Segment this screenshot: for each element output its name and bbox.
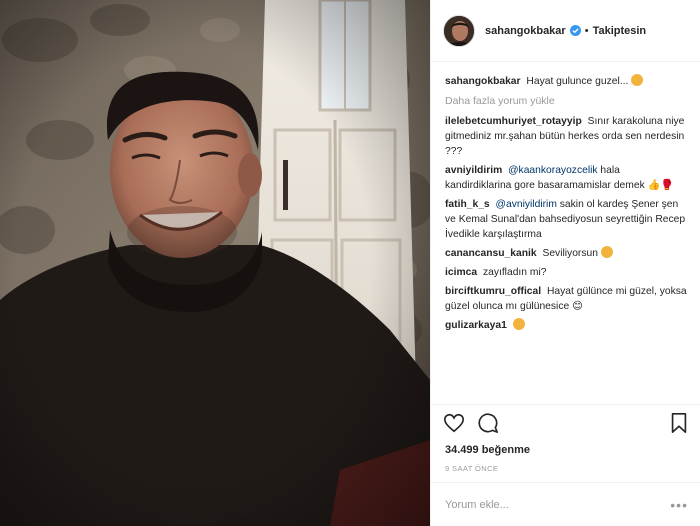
list-item: avniyildirim @kaankorayozcelik hala kand… [445, 163, 688, 193]
grin-emoji-icon [512, 318, 525, 330]
comment-username[interactable]: avniyildirim [445, 165, 502, 176]
boxing-glove-emoji-icon: 🥊 [660, 180, 674, 191]
comment-mention[interactable]: @avniyildirim [496, 199, 557, 210]
comment-text: Seviliyorsun [542, 248, 598, 259]
caption: sahangokbakar Hayat gulunce guzel... [445, 74, 688, 89]
avatar-image [444, 15, 474, 46]
more-icon[interactable]: ••• [670, 497, 688, 513]
comment-username[interactable]: ilelebetcumhuriyet_rotayyip [445, 116, 582, 127]
comment-username[interactable]: icimca [445, 267, 477, 278]
likes-count[interactable]: 34.499 beğenme [431, 440, 700, 462]
comment-icon [478, 412, 498, 433]
post-timestamp: 9 SAAT ÖNCE [445, 464, 499, 473]
list-item: ilelebetcumhuriyet_rotayyip Sınır karako… [445, 114, 688, 159]
post-image [0, 0, 430, 526]
post-side-panel: sahangokbakar • Takiptesin sahangokbakar… [430, 0, 700, 526]
header-username[interactable]: sahangokbakar [485, 25, 566, 37]
comment-button[interactable] [477, 412, 499, 434]
load-more-comments-link[interactable]: Daha fazla yorum yükle [445, 95, 688, 107]
list-item: fatih_k_s @avniyildirim sakin ol kardeş … [445, 197, 688, 242]
list-item: birciftkumru_offical Hayat gülünce mi gü… [445, 284, 688, 314]
thumbs-up-emoji-icon: 👍 [647, 180, 661, 191]
add-comment-bar: ••• [431, 482, 700, 526]
save-button[interactable] [668, 412, 690, 434]
comment-input[interactable] [445, 498, 671, 511]
comment-mention[interactable]: @kaankorayozcelik [508, 165, 597, 176]
caption-username[interactable]: sahangokbakar [445, 76, 521, 87]
list-item: canancansu_kanik Seviliyorsun [445, 246, 688, 261]
heart-eyes-emoji-icon [600, 246, 613, 258]
post-header: sahangokbakar • Takiptesin [431, 0, 700, 62]
comment-username[interactable]: birciftkumru_offical [445, 286, 541, 297]
like-button[interactable] [443, 412, 465, 434]
comment-username[interactable]: fatih_k_s [445, 199, 490, 210]
follow-status-button[interactable]: Takiptesin [593, 25, 647, 37]
comment-list: sahangokbakar Hayat gulunce guzel... Dah… [431, 62, 700, 404]
comment-username[interactable]: canancansu_kanik [445, 248, 537, 259]
verified-badge-icon [569, 25, 581, 36]
grin-emoji-icon [631, 74, 644, 86]
avatar[interactable] [443, 14, 475, 47]
heart-icon [444, 413, 464, 432]
comment-username[interactable]: gulizarkaya1 [445, 320, 507, 331]
instagram-post: sahangokbakar • Takiptesin sahangokbakar… [0, 0, 700, 526]
list-item: icimca zayıfladın mi? [445, 265, 688, 280]
action-bar [431, 404, 700, 440]
bookmark-icon [671, 412, 687, 433]
caption-text: Hayat gulunce guzel... [526, 76, 629, 87]
post-photo[interactable] [0, 0, 430, 526]
comment-text: zayıfladın mi? [482, 267, 547, 278]
list-item: gulizarkaya1 [445, 318, 688, 333]
separator-dot: • [584, 24, 589, 37]
